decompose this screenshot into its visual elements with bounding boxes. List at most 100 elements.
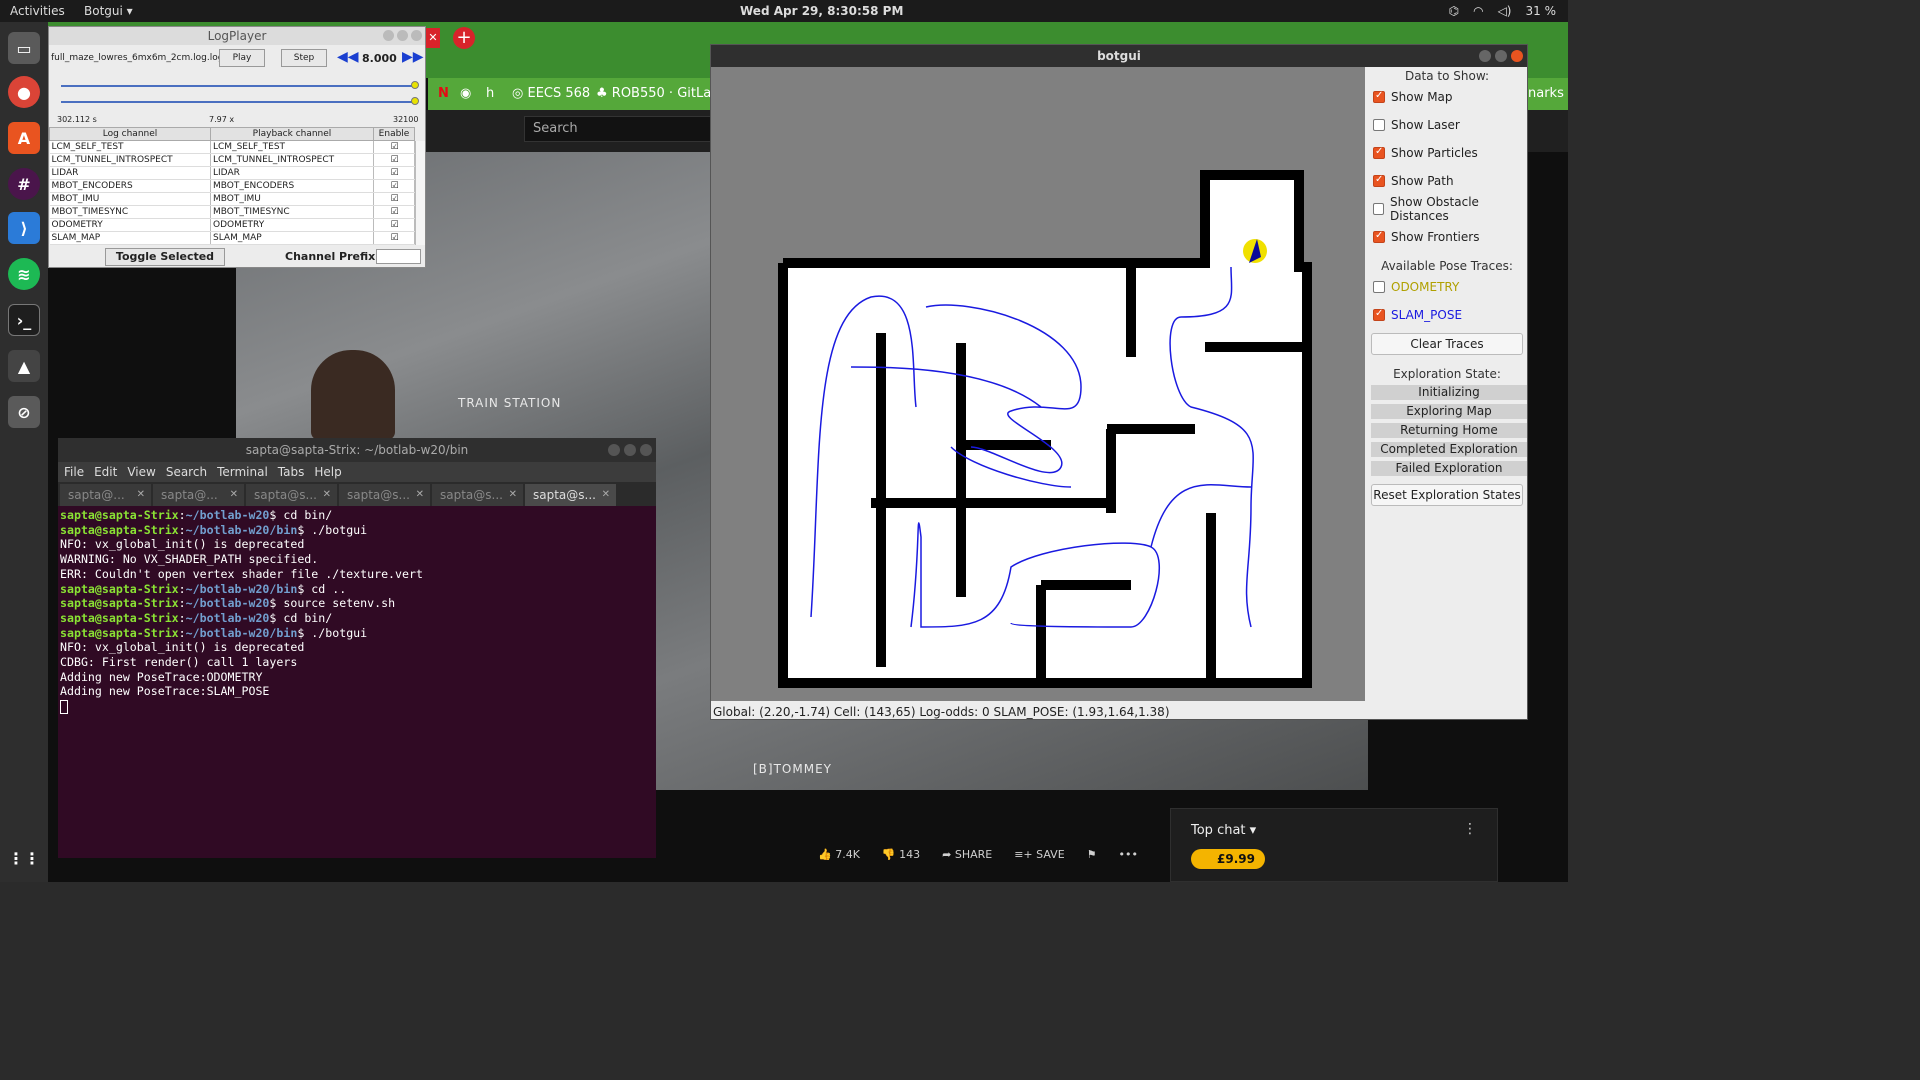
terminal-tab[interactable]: sapta@s... ✕ xyxy=(525,484,616,506)
bookmark-link[interactable]: ◎ EECS 568 xyxy=(512,86,590,101)
minimize-icon[interactable] xyxy=(383,30,394,41)
bookmarks-folder[interactable]: narks xyxy=(1528,86,1564,101)
playback-channel[interactable]: SLAM_MAP xyxy=(210,231,374,245)
flag-icon[interactable]: ⚑ xyxy=(1087,848,1097,861)
close-icon[interactable]: ✕ xyxy=(602,484,610,506)
column-header[interactable]: Log channel xyxy=(49,127,211,141)
playback-channel[interactable]: ODOMETRY xyxy=(210,218,374,232)
maximize-icon[interactable] xyxy=(1495,50,1507,62)
enable-checkbox[interactable]: ☑ xyxy=(373,205,415,219)
time-slider-handle[interactable] xyxy=(411,81,419,89)
files-icon[interactable]: ▭ xyxy=(8,32,40,64)
end-slider-handle[interactable] xyxy=(411,97,419,105)
checkbox-box[interactable] xyxy=(1373,174,1385,187)
checkbox-slam-pose[interactable]: SLAM_POSE xyxy=(1367,301,1527,329)
checkbox-show-particles[interactable]: Show Particles xyxy=(1367,139,1527,167)
checkbox-show-frontiers[interactable]: Show Frontiers xyxy=(1367,223,1527,251)
terminal-output[interactable]: sapta@sapta-Strix:~/botlab-w20$ cd bin/s… xyxy=(58,506,656,714)
time-slider[interactable] xyxy=(61,85,415,87)
log-channel[interactable]: LCM_SELF_TEST xyxy=(49,140,211,154)
close-icon[interactable]: ✕ xyxy=(137,484,145,506)
clear-traces-button[interactable]: Clear Traces xyxy=(1371,333,1523,355)
checkbox-show-laser[interactable]: Show Laser xyxy=(1367,111,1527,139)
checkbox-show-obstacle-distances[interactable]: Show Obstacle Distances xyxy=(1367,195,1527,223)
botgui-icon[interactable]: ⊘ xyxy=(8,396,40,428)
checkbox-box[interactable] xyxy=(1373,308,1385,321)
checkbox-odometry[interactable]: ODOMETRY xyxy=(1367,273,1527,301)
playback-channel[interactable]: LCM_SELF_TEST xyxy=(210,140,374,154)
minimize-icon[interactable] xyxy=(1479,50,1491,62)
terminal-titlebar[interactable]: sapta@sapta-Strix: ~/botlab-w20/bin xyxy=(58,438,656,462)
menu-view[interactable]: View xyxy=(127,462,155,482)
log-channel[interactable]: MBOT_ENCODERS xyxy=(49,179,211,193)
vscode-icon[interactable]: ⟩ xyxy=(8,212,40,244)
share-button[interactable]: ➦ SHARE xyxy=(942,848,992,861)
checkbox-box[interactable] xyxy=(1373,203,1385,215)
column-header[interactable]: Playback channel xyxy=(210,127,374,141)
log-channel[interactable]: MBOT_TIMESYNC xyxy=(49,205,211,219)
system-tray[interactable]: ⌬ ◠ ◁) 31 % xyxy=(1449,4,1556,18)
menu-edit[interactable]: Edit xyxy=(94,462,117,482)
terminal-tab[interactable]: sapta@... ✕ xyxy=(153,484,244,506)
table-row[interactable]: MBOT_IMU MBOT_IMU ☑ xyxy=(49,192,415,206)
menu-tabs[interactable]: Tabs xyxy=(278,462,305,482)
chrome-icon[interactable]: ● xyxy=(8,76,40,108)
close-icon[interactable]: ✕ xyxy=(230,484,238,506)
table-scrollbar[interactable] xyxy=(415,141,425,245)
step-button[interactable]: Step xyxy=(281,49,327,67)
bookmark-link[interactable]: ♣ ROB550 · GitLab xyxy=(596,86,719,101)
log-channel[interactable]: ODOMETRY xyxy=(49,218,211,232)
playback-channel[interactable]: MBOT_TIMESYNC xyxy=(210,205,374,219)
new-tab-button[interactable]: + xyxy=(453,27,475,49)
table-row[interactable]: LCM_TUNNEL_INTROSPECT LCM_TUNNEL_INTROSPE… xyxy=(49,153,415,167)
close-icon[interactable] xyxy=(640,444,652,456)
menu-terminal[interactable]: Terminal xyxy=(217,462,268,482)
app-menu[interactable]: Botgui ▾ xyxy=(84,4,133,18)
log-channel[interactable]: SLAM_MAP xyxy=(49,231,211,245)
table-row[interactable]: LIDAR LIDAR ☑ xyxy=(49,166,415,180)
checkbox-box[interactable] xyxy=(1373,230,1385,243)
activities-button[interactable]: Activities xyxy=(10,4,65,18)
table-row[interactable]: MBOT_ENCODERS MBOT_ENCODERS ☑ xyxy=(49,179,415,193)
enable-checkbox[interactable]: ☑ xyxy=(373,192,415,206)
menu-search[interactable]: Search xyxy=(166,462,207,482)
enable-checkbox[interactable]: ☑ xyxy=(373,153,415,167)
slack-icon[interactable]: # xyxy=(8,168,40,200)
table-row[interactable]: LCM_SELF_TEST LCM_SELF_TEST ☑ xyxy=(49,140,415,154)
minimize-icon[interactable] xyxy=(608,444,620,456)
reset-exploration-button[interactable]: Reset Exploration States xyxy=(1371,484,1523,506)
enable-checkbox[interactable]: ☑ xyxy=(373,179,415,193)
playback-channel[interactable]: LCM_TUNNEL_INTROSPECT xyxy=(210,153,374,167)
table-row[interactable]: ODOMETRY ODOMETRY ☑ xyxy=(49,218,415,232)
botgui-titlebar[interactable]: botgui xyxy=(711,45,1527,67)
like-button[interactable]: 👍 7.4K xyxy=(818,848,860,861)
checkbox-box[interactable] xyxy=(1373,119,1385,131)
enable-checkbox[interactable]: ☑ xyxy=(373,231,415,245)
terminal-tab[interactable]: sapta@s... ✕ xyxy=(432,484,523,506)
more-icon[interactable]: ••• xyxy=(1119,848,1138,861)
close-icon[interactable]: ✕ xyxy=(323,484,331,506)
search-input[interactable]: Search xyxy=(524,116,714,142)
playback-channel[interactable]: LIDAR xyxy=(210,166,374,180)
checkbox-box[interactable] xyxy=(1373,281,1385,293)
log-channel[interactable]: MBOT_IMU xyxy=(49,192,211,206)
pidgin-icon[interactable]: ▲ xyxy=(8,350,40,382)
terminal-tab[interactable]: sapta@... ✕ xyxy=(60,484,151,506)
map-canvas[interactable] xyxy=(711,67,1365,701)
close-tab-icon[interactable]: ✕ xyxy=(426,28,440,48)
bookmark-icon[interactable]: h xyxy=(486,86,494,101)
bookmark-icon[interactable]: ◉ xyxy=(460,86,471,101)
maximize-icon[interactable] xyxy=(397,30,408,41)
enable-checkbox[interactable]: ☑ xyxy=(373,166,415,180)
table-row[interactable]: SLAM_MAP SLAM_MAP ☑ xyxy=(49,231,415,245)
dislike-button[interactable]: 👎 143 xyxy=(882,848,920,861)
channel-prefix-input[interactable] xyxy=(376,249,421,264)
software-center-icon[interactable]: A xyxy=(8,122,40,154)
close-icon[interactable] xyxy=(1511,50,1523,62)
checkbox-box[interactable] xyxy=(1373,90,1385,103)
slower-icon[interactable]: ◀◀ xyxy=(337,49,359,65)
close-icon[interactable] xyxy=(411,30,422,41)
terminal-tab[interactable]: sapta@s... ✕ xyxy=(246,484,337,506)
column-header[interactable]: Enable xyxy=(373,127,415,141)
terminal-icon[interactable]: ›_ xyxy=(8,304,40,336)
